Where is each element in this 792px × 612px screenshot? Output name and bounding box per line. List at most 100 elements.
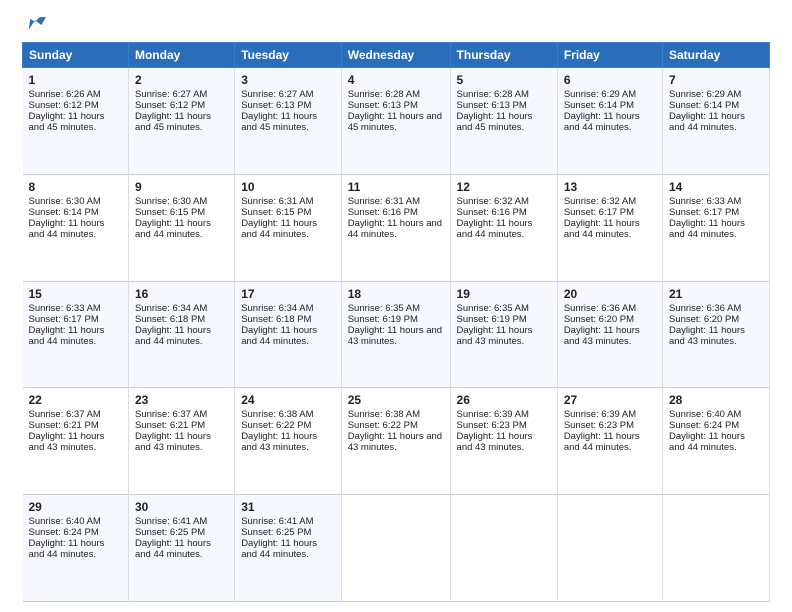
day-number: 7	[669, 73, 763, 87]
sunset-text: Sunset: 6:20 PM	[669, 314, 739, 325]
sunrise-text: Sunrise: 6:34 AM	[241, 303, 313, 314]
logo-bird-icon	[24, 14, 46, 36]
daylight-text: Daylight: 11 hours and 44 minutes.	[29, 325, 105, 347]
day-number: 9	[135, 180, 228, 194]
calendar-cell: 28Sunrise: 6:40 AMSunset: 6:24 PMDayligh…	[662, 388, 769, 495]
sunrise-text: Sunrise: 6:30 AM	[29, 196, 101, 207]
sunrise-text: Sunrise: 6:31 AM	[348, 196, 420, 207]
sunset-text: Sunset: 6:21 PM	[135, 420, 205, 431]
week-row-4: 22Sunrise: 6:37 AMSunset: 6:21 PMDayligh…	[23, 388, 770, 495]
sunset-text: Sunset: 6:13 PM	[348, 100, 418, 111]
daylight-text: Daylight: 11 hours and 43 minutes.	[564, 325, 640, 347]
day-number: 17	[241, 287, 335, 301]
daylight-text: Daylight: 11 hours and 43 minutes.	[457, 431, 533, 453]
daylight-text: Daylight: 11 hours and 43 minutes.	[348, 325, 442, 347]
calendar-cell: 7Sunrise: 6:29 AMSunset: 6:14 PMDaylight…	[662, 68, 769, 175]
daylight-text: Daylight: 11 hours and 44 minutes.	[135, 325, 211, 347]
sunset-text: Sunset: 6:15 PM	[241, 207, 311, 218]
calendar-cell: 13Sunrise: 6:32 AMSunset: 6:17 PMDayligh…	[557, 174, 662, 281]
day-number: 28	[669, 393, 763, 407]
calendar-cell: 6Sunrise: 6:29 AMSunset: 6:14 PMDaylight…	[557, 68, 662, 175]
sunrise-text: Sunrise: 6:41 AM	[135, 516, 207, 527]
day-number: 11	[348, 180, 444, 194]
calendar-cell: 25Sunrise: 6:38 AMSunset: 6:22 PMDayligh…	[341, 388, 450, 495]
calendar-table: SundayMondayTuesdayWednesdayThursdayFrid…	[22, 42, 770, 602]
day-number: 26	[457, 393, 551, 407]
daylight-text: Daylight: 11 hours and 44 minutes.	[457, 218, 533, 240]
daylight-text: Daylight: 11 hours and 43 minutes.	[135, 431, 211, 453]
calendar-cell: 22Sunrise: 6:37 AMSunset: 6:21 PMDayligh…	[23, 388, 129, 495]
calendar-cell	[557, 495, 662, 602]
sunset-text: Sunset: 6:13 PM	[457, 100, 527, 111]
day-number: 16	[135, 287, 228, 301]
sunset-text: Sunset: 6:15 PM	[135, 207, 205, 218]
calendar-cell	[341, 495, 450, 602]
day-number: 18	[348, 287, 444, 301]
day-number: 27	[564, 393, 656, 407]
daylight-text: Daylight: 11 hours and 44 minutes.	[564, 431, 640, 453]
sunrise-text: Sunrise: 6:36 AM	[564, 303, 636, 314]
day-number: 13	[564, 180, 656, 194]
sunrise-text: Sunrise: 6:29 AM	[564, 89, 636, 100]
header	[22, 18, 770, 32]
sunset-text: Sunset: 6:17 PM	[669, 207, 739, 218]
day-number: 2	[135, 73, 228, 87]
sunset-text: Sunset: 6:25 PM	[135, 527, 205, 538]
calendar-cell: 19Sunrise: 6:35 AMSunset: 6:19 PMDayligh…	[450, 281, 557, 388]
calendar-cell: 17Sunrise: 6:34 AMSunset: 6:18 PMDayligh…	[235, 281, 342, 388]
sunset-text: Sunset: 6:24 PM	[29, 527, 99, 538]
daylight-text: Daylight: 11 hours and 44 minutes.	[669, 111, 745, 133]
calendar-cell: 9 Sunrise: 6:30 AMSunset: 6:15 PMDaylight…	[128, 174, 234, 281]
sunset-text: Sunset: 6:13 PM	[241, 100, 311, 111]
daylight-text: Daylight: 11 hours and 43 minutes.	[241, 431, 317, 453]
calendar-cell	[662, 495, 769, 602]
day-header-tuesday: Tuesday	[235, 43, 342, 68]
calendar-cell: 15Sunrise: 6:33 AMSunset: 6:17 PMDayligh…	[23, 281, 129, 388]
sunrise-text: Sunrise: 6:27 AM	[241, 89, 313, 100]
sunrise-text: Sunrise: 6:30 AM	[135, 196, 207, 207]
sunset-text: Sunset: 6:25 PM	[241, 527, 311, 538]
sunrise-text: Sunrise: 6:26 AM	[29, 89, 101, 100]
sunrise-text: Sunrise: 6:36 AM	[669, 303, 741, 314]
calendar-cell: 27Sunrise: 6:39 AMSunset: 6:23 PMDayligh…	[557, 388, 662, 495]
sunset-text: Sunset: 6:24 PM	[669, 420, 739, 431]
daylight-text: Daylight: 11 hours and 45 minutes.	[348, 111, 442, 133]
calendar-cell: 30Sunrise: 6:41 AMSunset: 6:25 PMDayligh…	[128, 495, 234, 602]
daylight-text: Daylight: 11 hours and 43 minutes.	[29, 431, 105, 453]
calendar-cell: 4Sunrise: 6:28 AMSunset: 6:13 PMDaylight…	[341, 68, 450, 175]
sunset-text: Sunset: 6:23 PM	[564, 420, 634, 431]
sunrise-text: Sunrise: 6:33 AM	[669, 196, 741, 207]
daylight-text: Daylight: 11 hours and 43 minutes.	[669, 325, 745, 347]
sunrise-text: Sunrise: 6:37 AM	[135, 409, 207, 420]
logo	[22, 18, 46, 32]
sunset-text: Sunset: 6:16 PM	[348, 207, 418, 218]
sunrise-text: Sunrise: 6:41 AM	[241, 516, 313, 527]
sunset-text: Sunset: 6:22 PM	[241, 420, 311, 431]
daylight-text: Daylight: 11 hours and 44 minutes.	[241, 538, 317, 560]
daylight-text: Daylight: 11 hours and 44 minutes.	[135, 218, 211, 240]
calendar-cell: 29Sunrise: 6:40 AMSunset: 6:24 PMDayligh…	[23, 495, 129, 602]
daylight-text: Daylight: 11 hours and 44 minutes.	[669, 218, 745, 240]
week-row-5: 29Sunrise: 6:40 AMSunset: 6:24 PMDayligh…	[23, 495, 770, 602]
daylight-text: Daylight: 11 hours and 44 minutes.	[564, 218, 640, 240]
calendar-cell: 3Sunrise: 6:27 AMSunset: 6:13 PMDaylight…	[235, 68, 342, 175]
calendar-cell: 18Sunrise: 6:35 AMSunset: 6:19 PMDayligh…	[341, 281, 450, 388]
calendar-cell: 10Sunrise: 6:31 AMSunset: 6:15 PMDayligh…	[235, 174, 342, 281]
sunrise-text: Sunrise: 6:32 AM	[457, 196, 529, 207]
calendar-cell: 24Sunrise: 6:38 AMSunset: 6:22 PMDayligh…	[235, 388, 342, 495]
daylight-text: Daylight: 11 hours and 43 minutes.	[457, 325, 533, 347]
sunset-text: Sunset: 6:18 PM	[135, 314, 205, 325]
daylight-text: Daylight: 11 hours and 45 minutes.	[457, 111, 533, 133]
sunset-text: Sunset: 6:14 PM	[564, 100, 634, 111]
day-number: 20	[564, 287, 656, 301]
page: SundayMondayTuesdayWednesdayThursdayFrid…	[0, 0, 792, 612]
day-header-friday: Friday	[557, 43, 662, 68]
header-row: SundayMondayTuesdayWednesdayThursdayFrid…	[23, 43, 770, 68]
daylight-text: Daylight: 11 hours and 45 minutes.	[135, 111, 211, 133]
day-number: 29	[29, 500, 122, 514]
daylight-text: Daylight: 11 hours and 44 minutes.	[29, 538, 105, 560]
sunset-text: Sunset: 6:22 PM	[348, 420, 418, 431]
day-number: 30	[135, 500, 228, 514]
day-number: 6	[564, 73, 656, 87]
daylight-text: Daylight: 11 hours and 45 minutes.	[29, 111, 105, 133]
